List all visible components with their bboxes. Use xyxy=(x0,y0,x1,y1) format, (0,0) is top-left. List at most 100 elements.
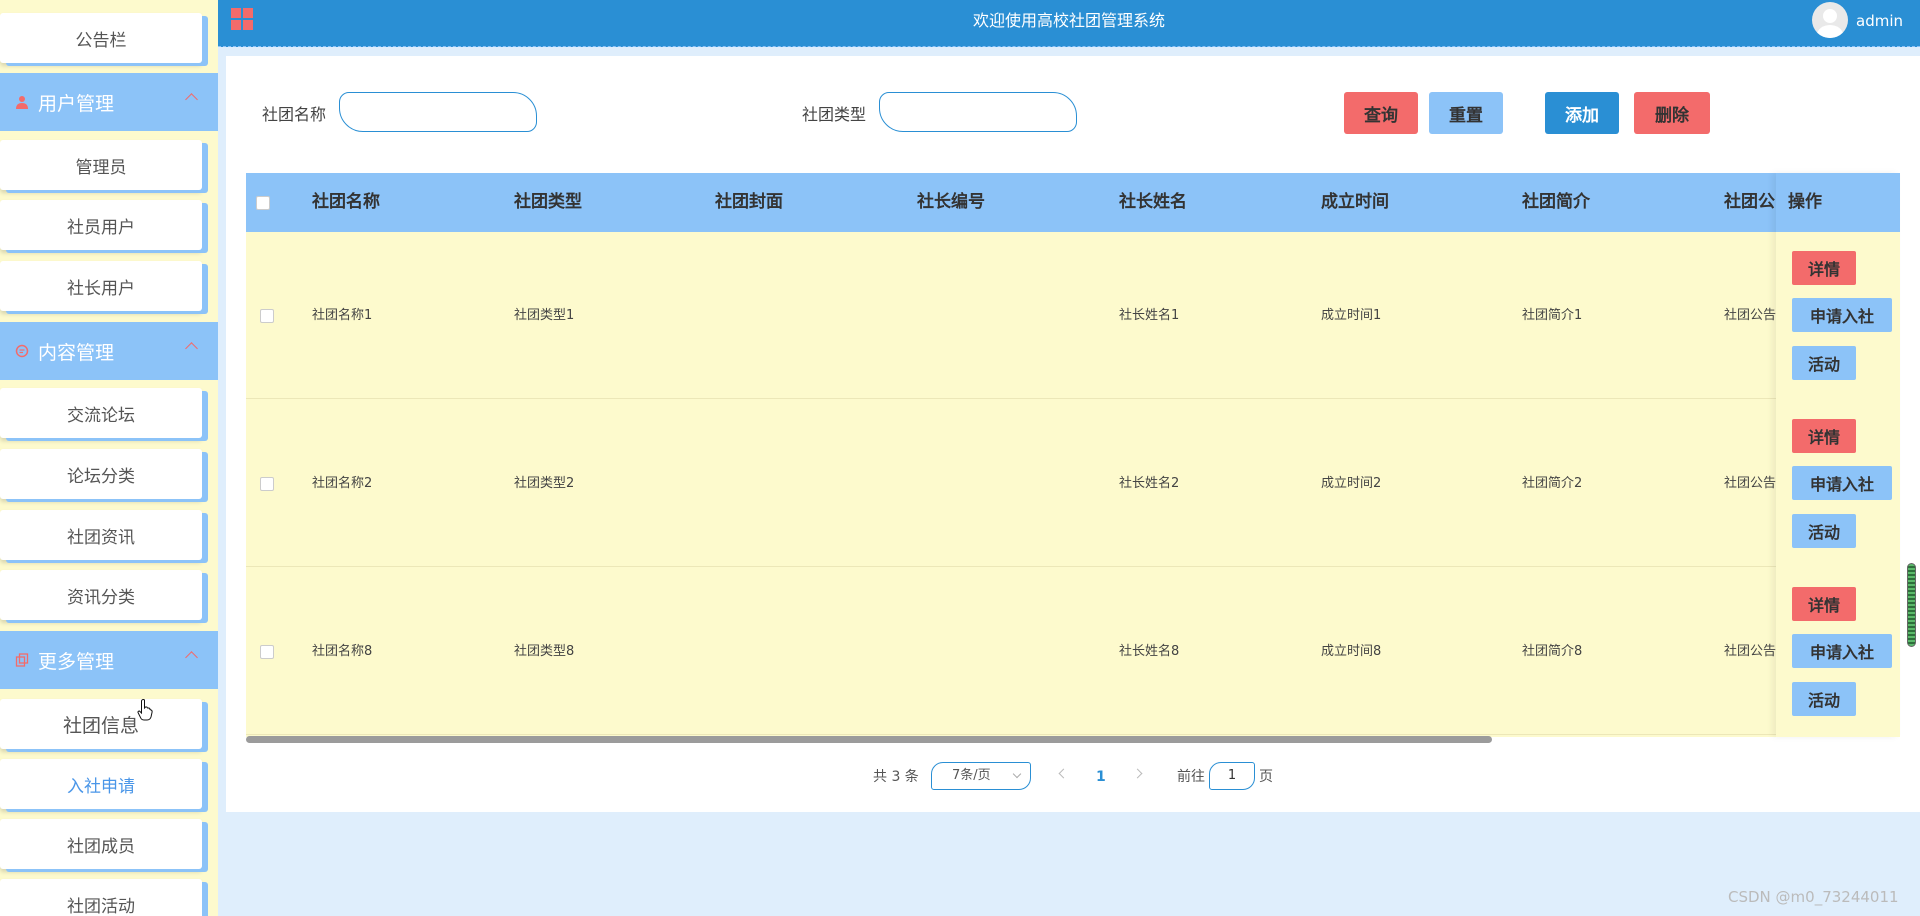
cell-notice: 社团公告 xyxy=(1724,644,1777,659)
activity-button[interactable]: 活动 xyxy=(1792,514,1856,548)
current-page[interactable]: 1 xyxy=(1096,763,1106,791)
sidebar-group-more-management[interactable]: 更多管理 xyxy=(0,631,218,689)
chevron-up-icon xyxy=(185,342,198,355)
sidebar-item-club-members[interactable]: 社团成员 xyxy=(0,819,202,869)
sidebar-item-label: 社团成员 xyxy=(67,836,135,857)
table-header: 社团名称 社团类型 社团封面 社长编号 社长姓名 成立时间 社团简介 社团公 操… xyxy=(246,173,1900,232)
goto-suffix: 页 xyxy=(1259,769,1273,785)
club-name-label: 社团名称 xyxy=(262,105,327,124)
cell-club-type: 社团类型8 xyxy=(514,644,575,659)
cell-founded: 成立时间2 xyxy=(1321,476,1382,491)
cell-club-name: 社团名称2 xyxy=(312,476,373,491)
reset-button[interactable]: 重置 xyxy=(1429,92,1503,134)
column-header[interactable]: 社团公 xyxy=(1724,173,1775,232)
apply-join-button[interactable]: 申请入社 xyxy=(1792,298,1892,332)
column-header[interactable]: 社团封面 xyxy=(715,173,783,232)
club-name-input[interactable] xyxy=(339,92,537,132)
goto-prefix: 前往 xyxy=(1177,769,1205,785)
page-scrollbar[interactable] xyxy=(1907,563,1916,647)
cell-founded: 成立时间8 xyxy=(1321,644,1382,659)
avatar[interactable] xyxy=(1812,2,1848,38)
sidebar-item-club-info[interactable]: 社团信息 xyxy=(0,699,202,749)
hand-cursor-icon xyxy=(137,699,153,725)
add-button[interactable]: 添加 xyxy=(1545,92,1619,134)
detail-button[interactable]: 详情 xyxy=(1792,419,1856,453)
sidebar-item-admin[interactable]: 管理员 xyxy=(0,140,202,190)
column-header[interactable]: 社团名称 xyxy=(312,173,380,232)
username[interactable]: admin xyxy=(1856,12,1903,30)
sidebar-item-leader-users[interactable]: 社长用户 xyxy=(0,261,202,311)
select-all-checkbox[interactable] xyxy=(256,196,270,210)
activity-button[interactable]: 活动 xyxy=(1792,682,1856,716)
chevron-up-icon xyxy=(185,651,198,664)
detail-button[interactable]: 详情 xyxy=(1792,587,1856,621)
goto-page-input[interactable]: 1 xyxy=(1209,762,1255,790)
sidebar-item-member-users[interactable]: 社员用户 xyxy=(0,200,202,250)
sidebar-group-label: 用户管理 xyxy=(38,92,115,115)
sidebar-item-label: 社员用户 xyxy=(67,217,135,238)
total-count: 共 3 条 xyxy=(873,769,919,785)
table-row[interactable]: 社团名称8 社团类型8 社长姓名8 成立时间8 社团简介8 社团公告 详情 申请… xyxy=(246,568,1900,735)
sidebar-item-label: 交流论坛 xyxy=(67,405,135,426)
sidebar-group-label: 更多管理 xyxy=(38,650,115,673)
sidebar-item-forum-category[interactable]: 论坛分类 xyxy=(0,449,202,499)
row-actions: 详情 申请入社 活动 xyxy=(1776,400,1900,567)
cell-leader-name: 社长姓名1 xyxy=(1119,308,1180,323)
cell-leader-name: 社长姓名2 xyxy=(1119,476,1180,491)
cell-leader-name: 社长姓名8 xyxy=(1119,644,1180,659)
table-row[interactable]: 社团名称1 社团类型1 社长姓名1 成立时间1 社团简介1 社团公告 详情 申请… xyxy=(246,232,1900,399)
sidebar-item-club-activities[interactable]: 社团活动 xyxy=(0,879,202,916)
sidebar-item-news-category[interactable]: 资讯分类 xyxy=(0,570,202,620)
activity-button[interactable]: 活动 xyxy=(1792,346,1856,380)
table-row[interactable]: 社团名称2 社团类型2 社长姓名2 成立时间2 社团简介2 社团公告 详情 申请… xyxy=(246,400,1900,567)
sidebar-group-content-management[interactable]: 内容管理 xyxy=(0,322,218,380)
sidebar-item-label: 入社申请 xyxy=(67,776,135,797)
watermark: CSDN @m0_73244011 xyxy=(1728,888,1899,906)
horizontal-scrollbar[interactable] xyxy=(246,736,1492,743)
sidebar-item-label: 社长用户 xyxy=(67,278,135,299)
query-button[interactable]: 查询 xyxy=(1344,92,1418,134)
column-header[interactable]: 社团简介 xyxy=(1522,173,1590,232)
chevron-up-icon xyxy=(185,93,198,106)
apply-join-button[interactable]: 申请入社 xyxy=(1792,466,1892,500)
row-checkbox[interactable] xyxy=(260,477,274,491)
sidebar-item-label: 管理员 xyxy=(75,157,127,178)
column-header-actions: 操作 xyxy=(1788,173,1862,232)
sidebar-item-label: 社团信息 xyxy=(62,714,139,737)
row-checkbox[interactable] xyxy=(260,645,274,659)
club-type-input[interactable] xyxy=(879,92,1077,132)
apply-join-button[interactable]: 申请入社 xyxy=(1792,634,1892,668)
column-header[interactable]: 社长编号 xyxy=(917,173,985,232)
column-header[interactable]: 社团类型 xyxy=(514,173,582,232)
row-actions: 详情 申请入社 活动 xyxy=(1776,232,1900,399)
system-title: 欢迎使用高校社团管理系统 xyxy=(972,11,1165,30)
sidebar-item-join-application[interactable]: 入社申请 xyxy=(0,759,202,809)
sidebar-group-user-management[interactable]: 用户管理 xyxy=(0,73,218,131)
user-icon xyxy=(14,94,30,110)
row-checkbox[interactable] xyxy=(260,309,274,323)
delete-button[interactable]: 删除 xyxy=(1634,92,1710,134)
sidebar-item-label: 资讯分类 xyxy=(67,587,135,608)
cell-intro: 社团简介2 xyxy=(1522,476,1583,491)
sidebar-item-label: 公告栏 xyxy=(75,30,127,51)
column-header[interactable]: 社长姓名 xyxy=(1119,173,1187,232)
sidebar-item-label: 社团资讯 xyxy=(67,527,135,548)
page-size-select[interactable]: 7条/页 xyxy=(931,762,1031,790)
column-header[interactable]: 成立时间 xyxy=(1321,173,1389,232)
page-size-value: 7条/页 xyxy=(952,768,991,783)
club-table: 社团名称 社团类型 社团封面 社长编号 社长姓名 成立时间 社团简介 社团公 操… xyxy=(246,173,1900,743)
sidebar-item-club-news[interactable]: 社团资讯 xyxy=(0,510,202,560)
cell-club-name: 社团名称1 xyxy=(312,308,373,323)
sidebar-item-forum[interactable]: 交流论坛 xyxy=(0,388,202,438)
cell-intro: 社团简介1 xyxy=(1522,308,1583,323)
cell-notice: 社团公告 xyxy=(1724,476,1777,491)
sidebar-item-notice-board[interactable]: 公告栏 xyxy=(0,13,202,63)
row-actions: 详情 申请入社 活动 xyxy=(1776,568,1900,735)
table-body: 社团名称1 社团类型1 社长姓名1 成立时间1 社团简介1 社团公告 详情 申请… xyxy=(246,232,1900,737)
cell-club-name: 社团名称8 xyxy=(312,644,373,659)
sidebar-item-label: 社团活动 xyxy=(67,896,135,916)
cell-club-type: 社团类型1 xyxy=(514,308,575,323)
detail-button[interactable]: 详情 xyxy=(1792,251,1856,285)
cell-intro: 社团简介8 xyxy=(1522,644,1583,659)
chat-icon xyxy=(14,343,30,359)
